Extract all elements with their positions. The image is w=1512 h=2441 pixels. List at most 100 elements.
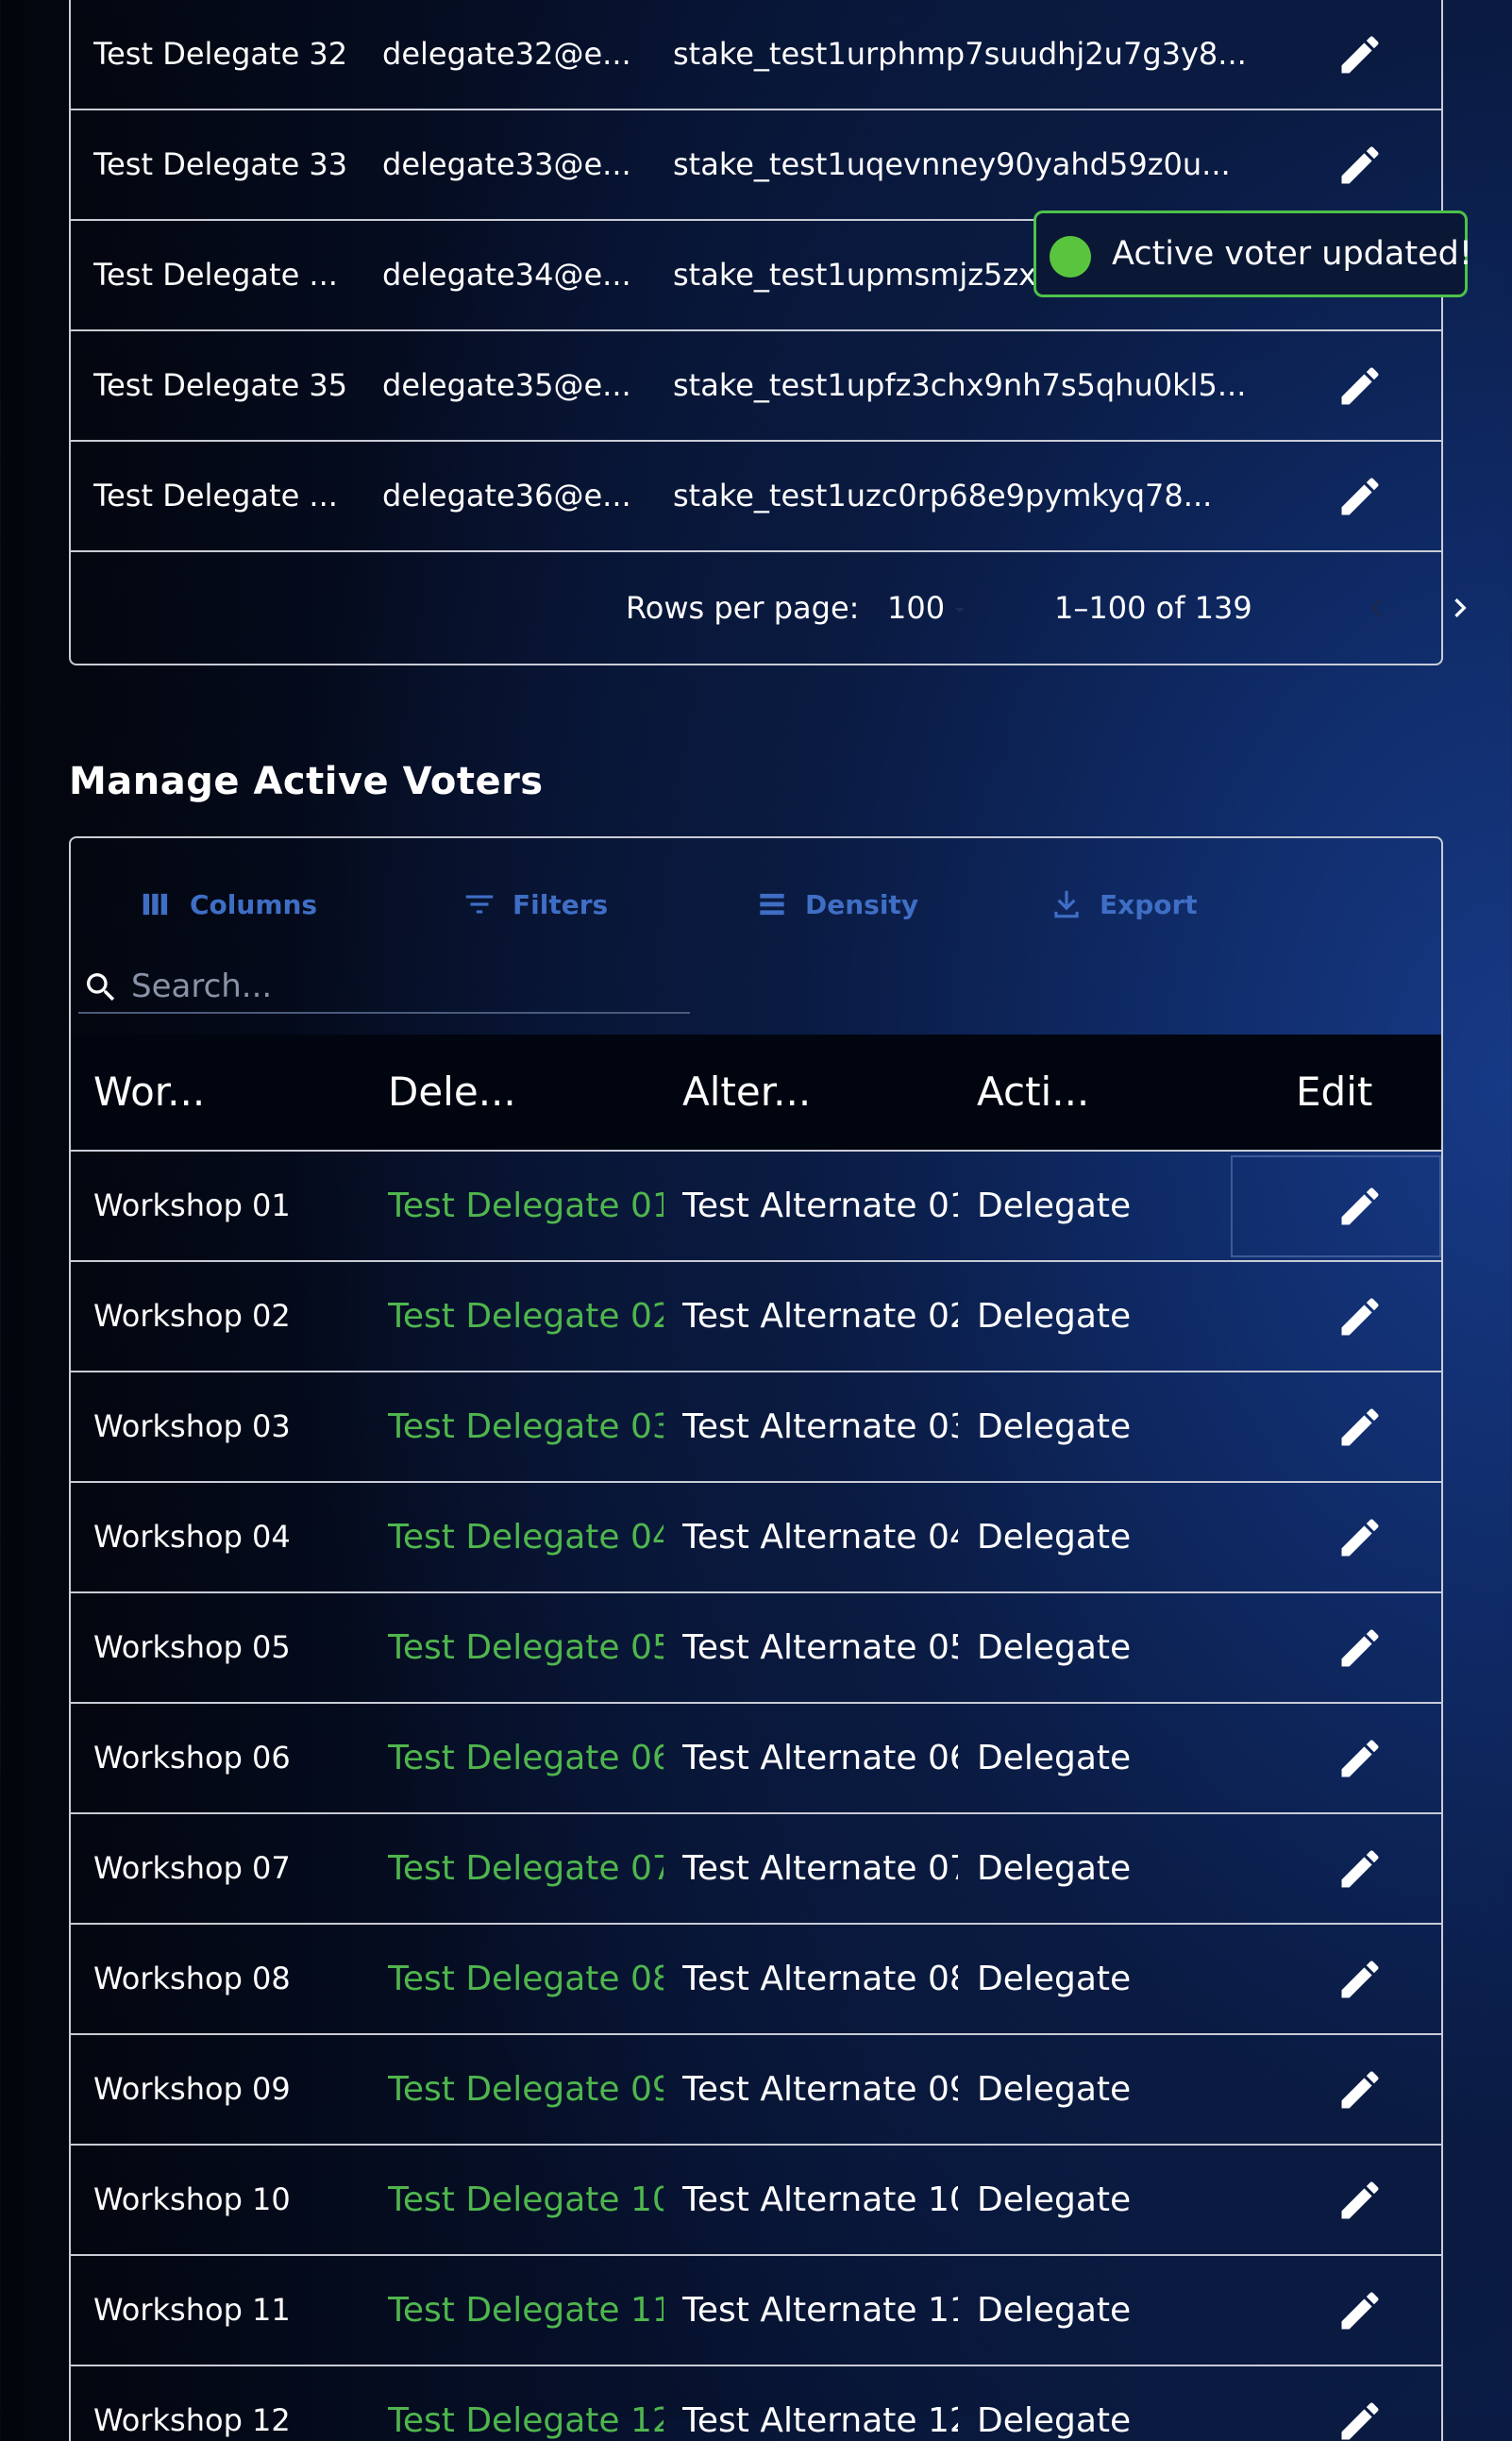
stake-address-cell: stake_test1uzc0rp68e9pymkyq78... (673, 478, 1213, 513)
table-row[interactable]: Workshop 07 Test Delegate 07 Test Alternat… (71, 1814, 1441, 1925)
header-workshop[interactable]: Wor... (93, 1035, 367, 1150)
export-label: Export (1100, 888, 1198, 920)
delegate-name-cell: Test Delegate 33 (93, 146, 348, 182)
table-row[interactable]: Workshop 11 Test Delegate 11 Test Alternat… (71, 2256, 1441, 2366)
search-input[interactable]: Search... (78, 961, 690, 1014)
active-voter-cell: Delegate (977, 2291, 1132, 2330)
pencil-icon[interactable] (1336, 1844, 1385, 1894)
pencil-icon[interactable] (1336, 1292, 1385, 1341)
alternate-cell: Test Alternate 11 (682, 2291, 958, 2330)
active-voter-cell: Delegate (977, 1518, 1132, 1557)
density-button[interactable]: Density (754, 881, 918, 928)
success-toast: Active voter updated! (1033, 210, 1472, 297)
pencil-icon[interactable] (1336, 472, 1385, 521)
table-row[interactable]: Workshop 06 Test Delegate 06 Test Alternat… (71, 1704, 1441, 1814)
pencil-icon[interactable] (1336, 1624, 1385, 1673)
columns-button[interactable]: Columns (139, 881, 317, 928)
export-button[interactable]: Export (1049, 881, 1198, 928)
pencil-icon[interactable] (1336, 2176, 1385, 2225)
pencil-icon[interactable] (1336, 2286, 1385, 2335)
delegate-cell: Test Delegate 12 (388, 2401, 664, 2440)
active-voter-cell: Delegate (977, 2180, 1132, 2219)
workshop-cell: Workshop 05 (93, 1629, 291, 1665)
pencil-icon[interactable] (1336, 1182, 1385, 1231)
caret-down-icon[interactable] (949, 598, 971, 621)
delegate-cell: Test Delegate 04 (388, 1518, 664, 1557)
active-voter-cell: Delegate (977, 1407, 1132, 1446)
active-voter-cell: Delegate (977, 2070, 1132, 2109)
delegate-cell: Test Delegate 09 (388, 2070, 664, 2109)
workshop-cell: Workshop 06 (93, 1740, 291, 1776)
delegate-email-cell: delegate32@e... (382, 36, 631, 72)
table-row[interactable]: Test Delegate ... delegate36@e... stake_… (71, 442, 1441, 552)
alternate-cell: Test Alternate 08 (682, 1960, 958, 1998)
table-row[interactable]: Workshop 02 Test Delegate 02 Test Alternat… (71, 1262, 1441, 1372)
table-row[interactable]: Workshop 05 Test Delegate 05 Test Alternat… (71, 1593, 1441, 1704)
table-row[interactable]: Workshop 10 Test Delegate 10 Test Alternat… (71, 2146, 1441, 2256)
header-active[interactable]: Acti... (977, 1035, 1251, 1150)
filters-button[interactable]: Filters (462, 881, 608, 928)
delegate-name-cell: Test Delegate ... (93, 478, 338, 513)
active-voter-cell: Delegate (977, 1960, 1132, 1998)
table-row[interactable]: Test Delegate 32 delegate32@e... stake_t… (71, 0, 1441, 110)
pencil-icon[interactable] (1336, 141, 1385, 190)
stake-address-cell: stake_test1urphmp7suudhj2u7g3y8... (673, 36, 1247, 72)
rows-per-page-select[interactable]: 100 (887, 553, 945, 664)
alternate-cell: Test Alternate 04 (682, 1518, 958, 1557)
pagination-bar: Rows per page: 100 1–100 of 139 (71, 553, 1467, 664)
pencil-icon[interactable] (1336, 30, 1385, 79)
workshop-cell: Workshop 04 (93, 1519, 291, 1555)
delegate-cell: Test Delegate 06 (388, 1739, 664, 1777)
header-edit: Edit (1296, 1069, 1373, 1115)
delegate-name-cell: Test Delegate ... (93, 257, 338, 293)
table-row[interactable]: Test Delegate 35 delegate35@e... stake_t… (71, 331, 1441, 442)
toast-message: Active voter updated! (1112, 235, 1472, 273)
pencil-icon[interactable] (1336, 2065, 1385, 2114)
alternate-cell: Test Alternate 09 (682, 2070, 958, 2109)
delegate-cell: Test Delegate 05 (388, 1628, 664, 1667)
pencil-icon[interactable] (1336, 1513, 1385, 1562)
workshop-cell: Workshop 08 (93, 1961, 291, 1996)
density-icon (760, 893, 784, 916)
active-voter-cell: Delegate (977, 1628, 1132, 1667)
pencil-icon[interactable] (1336, 362, 1385, 411)
workshop-cell: Workshop 10 (93, 2181, 291, 2217)
active-voter-cell: Delegate (977, 1739, 1132, 1777)
active-voter-cell: Delegate (977, 1849, 1132, 1888)
table-row[interactable]: Workshop 09 Test Delegate 09 Test Alternat… (71, 2035, 1441, 2146)
alternate-cell: Test Alternate 01 (682, 1187, 958, 1225)
delegate-cell: Test Delegate 02 (388, 1297, 664, 1336)
pencil-icon[interactable] (1336, 1955, 1385, 2004)
alternate-cell: Test Alternate 05 (682, 1628, 958, 1667)
chevron-right-icon[interactable] (1441, 589, 1479, 627)
table-row[interactable]: Workshop 08 Test Delegate 08 Test Alternat… (71, 1925, 1441, 2035)
stake-address-cell: stake_test1uqevnney90yahd59z0u... (673, 146, 1231, 182)
alternate-cell: Test Alternate 02 (682, 1297, 958, 1336)
columns-icon (143, 893, 168, 916)
pencil-icon[interactable] (1336, 1734, 1385, 1783)
alternate-cell: Test Alternate 07 (682, 1849, 958, 1888)
header-delegate[interactable]: Dele... (388, 1035, 662, 1150)
workshop-cell: Workshop 11 (93, 2292, 291, 2328)
chevron-left-icon[interactable] (1358, 589, 1396, 627)
columns-label: Columns (190, 888, 318, 920)
delegate-cell: Test Delegate 01 (388, 1187, 664, 1225)
table-row[interactable]: Test Delegate 33 delegate33@e... stake_t… (71, 110, 1441, 221)
delegate-email-cell: delegate34@e... (382, 257, 631, 293)
pencil-icon[interactable] (1336, 1403, 1385, 1452)
alternate-cell: Test Alternate 10 (682, 2180, 958, 2219)
pagination-range: 1–100 of 139 (1054, 590, 1252, 626)
table-header: Wor... Dele... Alter... Acti... Edit (71, 1035, 1441, 1152)
table-row[interactable]: Workshop 01 Test Delegate 01 Test Alternat… (71, 1152, 1441, 1262)
workshop-cell: Workshop 03 (93, 1408, 291, 1444)
table-row[interactable]: Workshop 03 Test Delegate 03 Test Alternat… (71, 1372, 1441, 1483)
table-row[interactable]: Workshop 04 Test Delegate 04 Test Alternat… (71, 1483, 1441, 1593)
alternate-cell: Test Alternate 12 (682, 2401, 958, 2440)
active-voter-cell: Delegate (977, 1297, 1132, 1336)
density-label: Density (805, 888, 919, 920)
header-alternate[interactable]: Alter... (682, 1035, 956, 1150)
filter-icon (465, 895, 494, 914)
pencil-icon[interactable] (1336, 2397, 1385, 2441)
search-placeholder: Search... (131, 968, 273, 1005)
table-row[interactable]: Workshop 12 Test Delegate 12 Test Alternat… (71, 2366, 1441, 2441)
